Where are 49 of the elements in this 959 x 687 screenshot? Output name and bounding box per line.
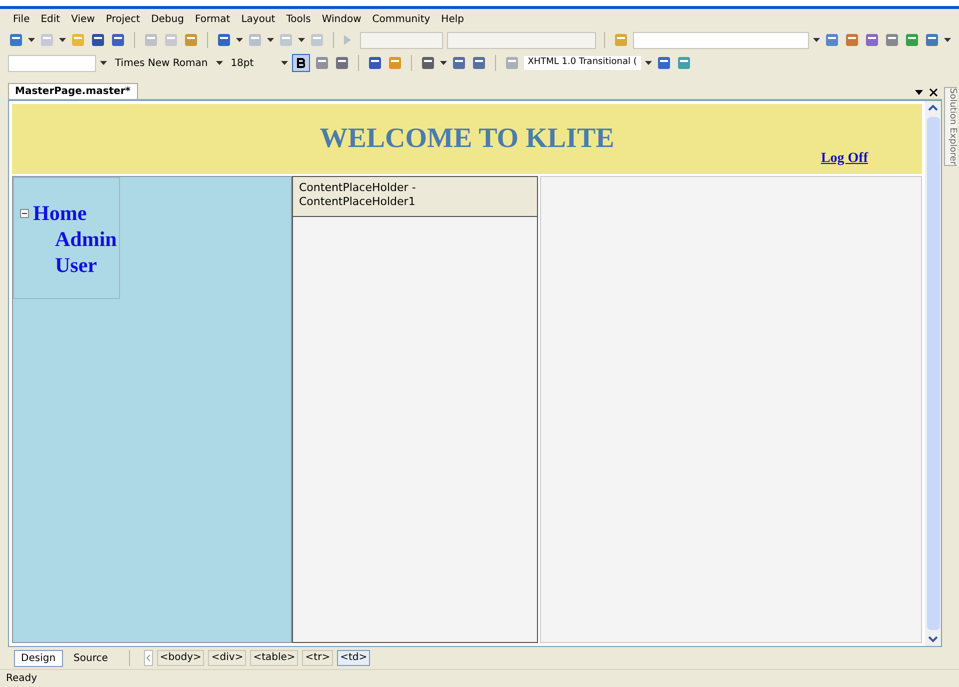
document-tab[interactable]: MasterPage.master* [8, 83, 138, 99]
tag-crumb[interactable]: <div> [208, 650, 246, 666]
menu-item[interactable]: File [8, 12, 35, 26]
collapse-icon[interactable] [20, 208, 29, 218]
menu-item[interactable]: Community [367, 12, 436, 26]
status-text: Ready [6, 672, 38, 686]
vertical-scrollbar[interactable] [925, 101, 941, 646]
menu-item[interactable]: Format [190, 12, 236, 26]
caret-icon[interactable] [28, 38, 35, 42]
start-icon[interactable] [342, 34, 352, 46]
placeholder-title: ContentPlaceHolder - ContentPlaceHolder1 [299, 181, 417, 209]
bold-button[interactable] [292, 54, 310, 72]
view-tab[interactable]: Design [14, 650, 63, 666]
menu-item[interactable]: Help [436, 12, 469, 26]
caret-icon[interactable] [915, 90, 923, 95]
menu-item[interactable]: View [66, 12, 100, 26]
tag-crumb[interactable]: <table> [250, 650, 298, 666]
view-tab[interactable]: Source [66, 650, 115, 666]
header-title: WELCOME TO KLITE [320, 122, 614, 156]
menu-link[interactable]: Home [33, 200, 87, 226]
menu-link[interactable]: Admin [55, 226, 117, 252]
close-icon[interactable] [929, 88, 938, 97]
menu-link[interactable]: User [55, 252, 97, 278]
menu-item[interactable]: Tools [281, 12, 316, 26]
menu-item[interactable]: Layout [236, 12, 280, 26]
caret-icon[interactable] [944, 38, 951, 42]
menu-item[interactable]: Debug [146, 12, 189, 26]
font-name-dropdown[interactable]: Times New Roman [111, 56, 212, 70]
tag-crumb[interactable]: <td> [337, 650, 370, 666]
font-size-dropdown[interactable]: 18pt [226, 56, 277, 70]
tag-crumb[interactable]: <tr> [302, 650, 334, 666]
caret-icon[interactable] [440, 61, 447, 65]
bold-icon [296, 58, 305, 68]
doctype-dropdown[interactable]: XHTML 1.0 Transitional ( [524, 56, 641, 70]
caret-icon[interactable] [100, 61, 107, 65]
caret-icon[interactable] [59, 38, 66, 42]
caret-icon[interactable] [266, 38, 274, 42]
caret-icon[interactable] [644, 61, 652, 65]
find-field[interactable] [632, 32, 809, 48]
caret-icon[interactable] [280, 61, 288, 65]
caret-icon[interactable] [216, 61, 223, 65]
caret-icon[interactable] [236, 38, 243, 42]
menu-item[interactable]: Window [316, 12, 366, 26]
menu-item[interactable]: Project [100, 12, 146, 26]
caret-icon[interactable] [298, 38, 305, 42]
menu-item[interactable]: Edit [36, 12, 66, 26]
caret-icon[interactable] [812, 38, 820, 42]
log-off-link[interactable]: Log Off [820, 148, 868, 169]
tag-crumb[interactable]: <body> [156, 650, 204, 666]
